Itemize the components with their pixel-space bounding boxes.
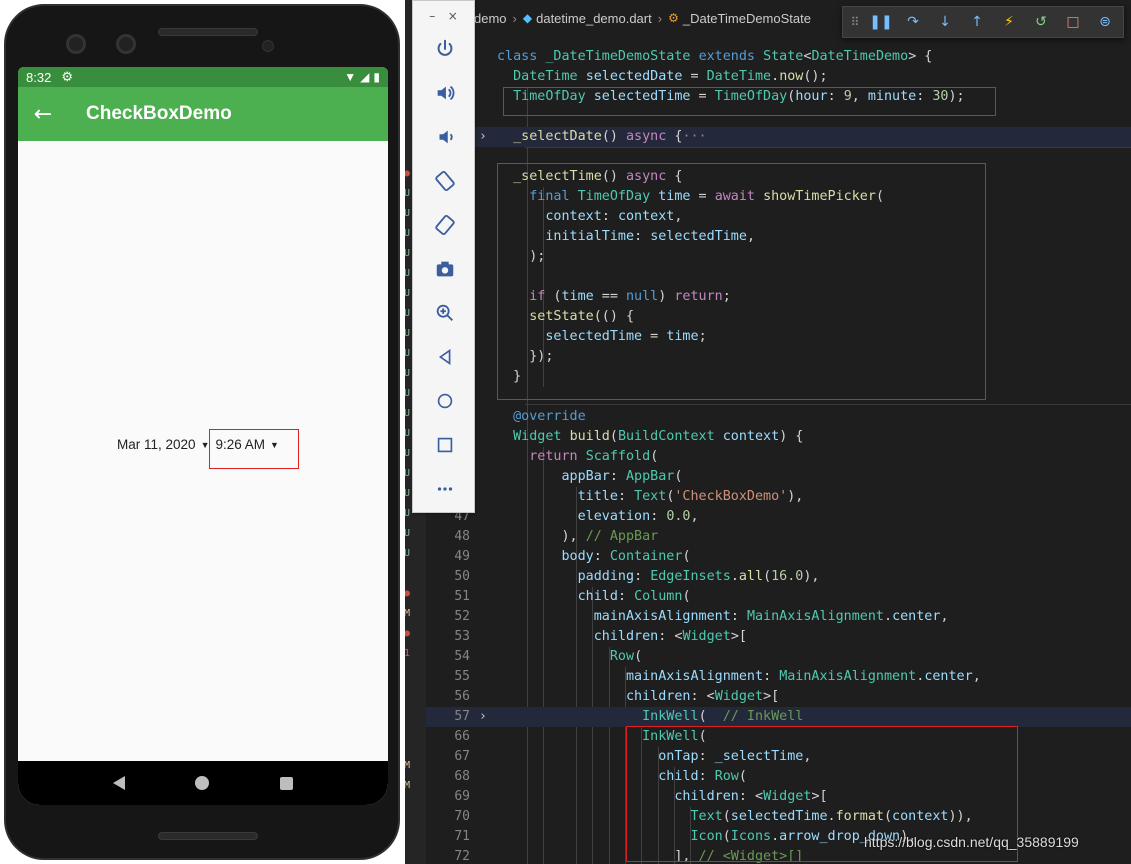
pause-icon[interactable]: ❚❚ xyxy=(867,8,895,36)
code-line: 50 padding: EdgeInsets.all(16.0), xyxy=(426,567,1131,587)
battery-icon: ▮ xyxy=(373,70,380,84)
close-icon[interactable]: × xyxy=(448,9,458,23)
highlight-box-time-picker xyxy=(209,429,299,469)
overview-icon[interactable] xyxy=(413,429,476,461)
device-screen: 8:32 ⚙ ▼ ◢ ▮ ← CheckBoxDemo Mar 11, 2020… xyxy=(18,67,388,805)
app-bar: ← CheckBoxDemo xyxy=(18,87,388,141)
highlight-box-selected-time xyxy=(503,87,996,116)
line-number: 55 xyxy=(454,669,470,684)
back-icon[interactable] xyxy=(413,341,476,373)
step-over-icon[interactable]: ↷ xyxy=(899,8,927,36)
breadcrumb-symbol[interactable]: _DateTimeDemoState xyxy=(683,11,811,26)
code-line: class _DateTimeDemoState extends State<D… xyxy=(497,49,933,64)
line-number: 72 xyxy=(454,849,470,864)
dart-file-icon: ◆ xyxy=(522,11,533,25)
debug-toolbar: ⠿ ❚❚ ↷ ↓ ↑ ⚡ ↺ □ ⊜ xyxy=(842,6,1124,38)
code-line: 48 ), // AppBar xyxy=(426,527,1131,547)
android-emulator: 8:32 ⚙ ▼ ◢ ▮ ← CheckBoxDemo Mar 11, 2020… xyxy=(0,0,405,864)
hot-reload-icon[interactable]: ⚡ xyxy=(995,8,1023,36)
class-symbol-icon: ⚙ xyxy=(668,11,679,25)
code-line: Widget build(BuildContext context) { xyxy=(513,429,804,444)
emulator-toolbar: – × xyxy=(412,0,475,513)
line-number: 66 xyxy=(454,729,470,744)
code-line: 47 elevation: 0.0, xyxy=(426,507,1131,527)
code-line: 53 children: <Widget>[ xyxy=(426,627,1131,647)
rotate-left-icon[interactable] xyxy=(413,165,476,197)
code-line: DateTime selectedDate = DateTime.now(); xyxy=(513,69,828,84)
breadcrumb-folder[interactable]: demo xyxy=(474,11,507,26)
speaker-grille xyxy=(158,832,258,840)
app-title: CheckBoxDemo xyxy=(86,103,232,124)
highlight-box-select-time-method xyxy=(497,163,986,400)
status-bar: 8:32 ⚙ ▼ ◢ ▮ xyxy=(18,67,388,87)
code-editor[interactable]: ● U U U U U U U U U U U U U U U U U U U … xyxy=(398,0,1131,864)
code-line: 54 Row( xyxy=(426,647,1131,667)
code-line: 52 mainAxisAlignment: MainAxisAlignment.… xyxy=(426,607,1131,627)
code-line: 55 mainAxisAlignment: MainAxisAlignment.… xyxy=(426,667,1131,687)
fold-chevron-icon[interactable]: › xyxy=(479,127,487,147)
camera-icon[interactable] xyxy=(413,253,476,285)
volume-up-icon[interactable] xyxy=(413,77,476,109)
breadcrumb-file[interactable]: datetime_demo.dart xyxy=(536,11,652,26)
android-nav-bar xyxy=(18,761,388,805)
zoom-icon[interactable] xyxy=(413,297,476,329)
code-line: 56 children: <Widget>[ xyxy=(426,687,1131,707)
line-number: 71 xyxy=(454,829,470,844)
fold-chevron-icon[interactable]: › xyxy=(479,707,487,727)
speaker-grille xyxy=(158,28,258,36)
nav-home-icon[interactable] xyxy=(195,776,210,790)
rotate-right-icon[interactable] xyxy=(413,209,476,241)
line-number: 57 xyxy=(454,709,470,724)
code-line: 57 › InkWell( // InkWell xyxy=(426,707,1131,727)
code-line: return Scaffold( xyxy=(529,449,659,464)
line-number: 52 xyxy=(454,609,470,624)
line-number: 49 xyxy=(454,549,470,564)
volume-down-icon[interactable] xyxy=(413,121,476,153)
status-time: 8:32 xyxy=(26,69,52,85)
code-line: @override xyxy=(513,409,586,424)
line-number: 50 xyxy=(454,569,470,584)
line-number: 67 xyxy=(454,749,470,764)
step-into-icon[interactable]: ↓ xyxy=(931,8,959,36)
signal-icon: ◢ xyxy=(360,70,370,84)
nav-recents-icon[interactable] xyxy=(279,776,293,790)
date-picker-value[interactable]: Mar 11, 2020 xyxy=(117,437,198,452)
code-line: 49 body: Container( xyxy=(426,547,1131,567)
gear-icon: ⚙ xyxy=(61,69,73,84)
chevron-right-icon: › xyxy=(512,10,517,26)
line-number: 54 xyxy=(454,649,470,664)
line-number: 53 xyxy=(454,629,470,644)
grip-icon[interactable]: ⠿ xyxy=(847,8,863,36)
chevron-right-icon: › xyxy=(657,10,663,26)
code-line: › _selectDate() async {··· xyxy=(426,127,1131,147)
power-icon[interactable] xyxy=(413,33,476,65)
app-body: Mar 11, 2020 ▼ 9:26 AM ▼ xyxy=(18,141,388,761)
line-number: 68 xyxy=(454,769,470,784)
step-out-icon[interactable]: ↑ xyxy=(963,8,991,36)
line-number: 48 xyxy=(454,529,470,544)
line-number: 56 xyxy=(454,689,470,704)
line-number: 69 xyxy=(454,789,470,804)
code-line: appBar: AppBar( xyxy=(561,469,683,484)
line-number: 70 xyxy=(454,809,470,824)
camera-lens-icon xyxy=(116,34,136,54)
code-line: 51 child: Column( xyxy=(426,587,1131,607)
devtools-icon[interactable]: ⊜ xyxy=(1091,8,1119,36)
minimize-icon[interactable]: – xyxy=(429,9,435,23)
nav-back-icon[interactable] xyxy=(113,776,126,790)
line-number: 51 xyxy=(454,589,470,604)
back-arrow-icon[interactable]: ← xyxy=(18,102,68,127)
code-line: 47 title: Text('CheckBoxDemo'), xyxy=(426,487,1131,507)
sensor-icon xyxy=(262,40,274,52)
restart-icon[interactable]: ↺ xyxy=(1027,8,1055,36)
stop-icon[interactable]: □ xyxy=(1059,8,1087,36)
home-icon[interactable] xyxy=(413,385,476,417)
wifi-icon: ▼ xyxy=(344,70,357,84)
more-icon[interactable] xyxy=(413,473,476,505)
camera-lens-icon xyxy=(66,34,86,54)
watermark: https://blog.csdn.net/qq_35889199 xyxy=(864,834,1079,850)
